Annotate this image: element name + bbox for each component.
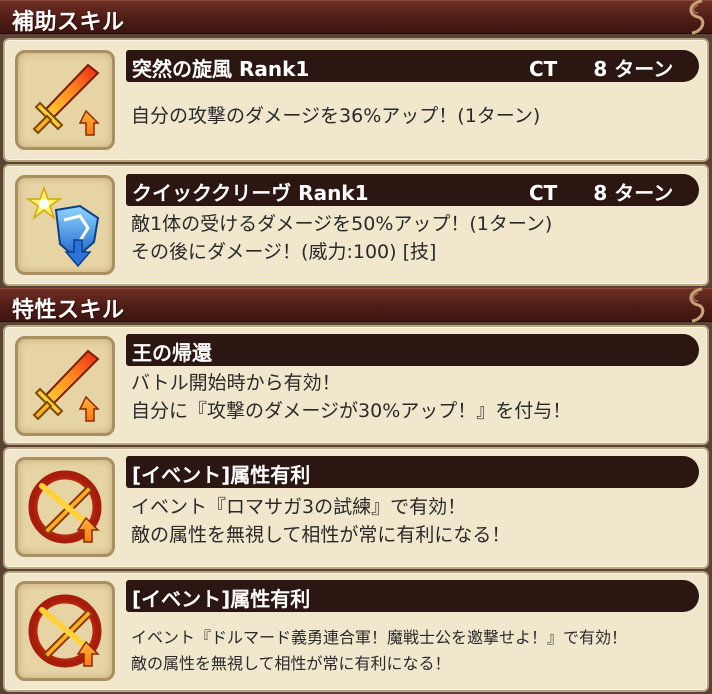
skill-icon-frame [15, 457, 115, 557]
attribute-advantage-icon [18, 584, 112, 678]
ornament-curl-icon [682, 0, 708, 37]
skill-description: バトル開始時から有効！ 自分に『攻撃のダメージが30%アップ！』を付与！ [131, 372, 572, 422]
trait-skills-header: 特性スキル [0, 287, 712, 325]
skill-card[interactable]: クイッククリーヴ Rank1 CT 8 ターン 敵1体の受けるダメージを50%アッ… [3, 164, 709, 286]
skill-name: [イベント]属性有利 [132, 463, 311, 487]
skill-card[interactable]: [イベント]属性有利 イベント『ドルマード義勇連合軍！魔戦士公を邀撃せよ！』で有… [3, 571, 709, 692]
skill-name: 王の帰還 [132, 341, 212, 365]
skill-icon-frame [15, 175, 115, 275]
skill-description: 自分の攻撃のダメージを36%アップ！(1ターン) [131, 105, 541, 127]
section-title: 特性スキル [12, 298, 125, 323]
sword-attack-up-icon [18, 339, 112, 433]
skill-icon-frame [15, 581, 115, 681]
section-title: 補助スキル [12, 10, 125, 35]
skill-card[interactable]: 王の帰還 バトル開始時から有効！ 自分に『攻撃のダメージが30%アップ！』を付与… [3, 325, 709, 445]
skill-description: イベント『ロマサガ3の試練』で有効！ 敵の属性を無視して相性が常に有利になる！ [131, 496, 511, 546]
ornament-curl-icon [682, 287, 708, 325]
skill-icon-frame [15, 50, 115, 150]
skill-title-bar: [イベント]属性有利 [126, 580, 699, 612]
skill-description: 敵1体の受けるダメージを50%アップ！(1ターン) その後にダメージ！(威力:1… [131, 213, 553, 263]
shield-damage-up-icon [18, 178, 112, 272]
skill-name: 突然の旋風 Rank1 [132, 57, 310, 81]
skill-title-bar: クイッククリーヴ Rank1 CT 8 ターン [126, 174, 699, 206]
skill-cooldown: CT 8 ターン [529, 181, 674, 205]
support-skills-header: 補助スキル [0, 0, 712, 37]
skill-card[interactable]: 突然の旋風 Rank1 CT 8 ターン 自分の攻撃のダメージを36%アップ！(1… [3, 38, 709, 162]
attribute-advantage-icon [18, 460, 112, 554]
skill-cooldown: CT 8 ターン [529, 57, 674, 81]
skill-icon-frame [15, 336, 115, 436]
skill-name: クイッククリーヴ Rank1 [132, 181, 369, 205]
skill-card[interactable]: [イベント]属性有利 イベント『ロマサガ3の試練』で有効！ 敵の属性を無視して相… [3, 447, 709, 569]
sword-attack-up-icon [18, 53, 112, 147]
skill-name: [イベント]属性有利 [132, 587, 311, 611]
skill-description: イベント『ドルマード義勇連合軍！魔戦士公を邀撃せよ！』で有効！ 敵の属性を無視し… [131, 628, 628, 673]
skill-title-bar: 王の帰還 [126, 334, 699, 366]
skill-title-bar: [イベント]属性有利 [126, 456, 699, 488]
skill-title-bar: 突然の旋風 Rank1 CT 8 ターン [126, 50, 699, 82]
